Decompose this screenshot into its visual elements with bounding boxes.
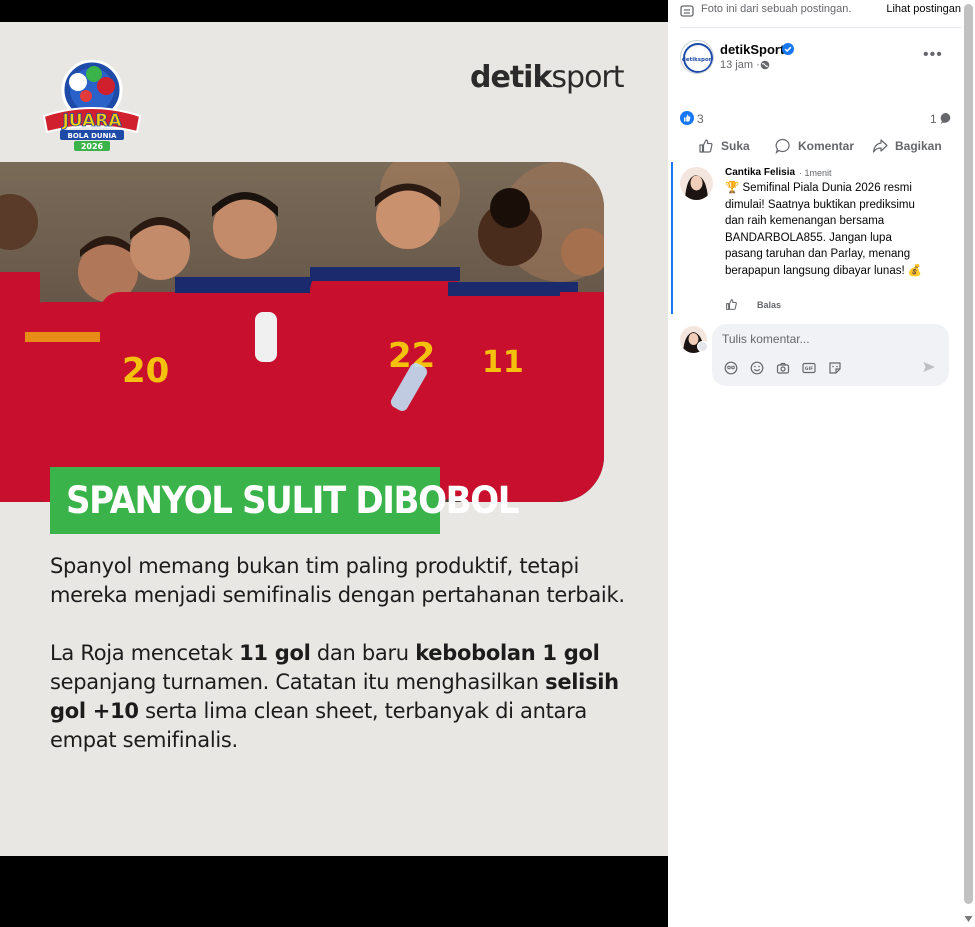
page-name[interactable]: detikSport <box>720 42 784 57</box>
like-label: Suka <box>721 139 750 153</box>
logo-word1: JUARA <box>61 111 122 131</box>
jersey-number-20: 20 <box>122 351 169 391</box>
comment-composer: GIF <box>712 324 949 386</box>
juara-bola-dunia-logo: JUARA BOLA DUNIA 2026 <box>42 60 142 151</box>
brand-part2: sport <box>551 60 624 95</box>
document-icon <box>680 5 694 17</box>
jersey-number-11: 11 <box>482 345 524 380</box>
paragraph-1: Spanyol memang bukan tim paling produkti… <box>50 554 625 607</box>
headline: SPANYOL SULIT DIBOBOL <box>66 479 519 522</box>
reaction-count[interactable]: 3 <box>697 112 704 126</box>
avatar-sticker-icon[interactable] <box>724 361 738 375</box>
logo-word2: BOLA DUNIA <box>68 132 118 140</box>
share-button[interactable]: Bagikan <box>872 137 942 155</box>
comment-time[interactable]: · 1menit <box>799 168 832 178</box>
team-photo: 20 22 11 <box>0 162 604 502</box>
photo-source-note: Foto ini dari sebuah postingan. <box>701 3 852 15</box>
commenter-name[interactable]: Cantika Felisia <box>725 167 795 178</box>
gif-icon[interactable]: GIF <box>802 361 816 375</box>
comment-input[interactable] <box>722 330 932 348</box>
comment-bubble-icon <box>940 112 951 124</box>
comment-count[interactable]: 1 <box>930 112 937 126</box>
thumbs-up-icon <box>699 139 713 153</box>
photo-source-bar: Foto ini dari sebuah postingan. Lihat po… <box>680 0 961 28</box>
brand-part1: detik <box>470 60 552 95</box>
like-reaction-icon[interactable] <box>680 111 694 125</box>
highlighted-comment-indicator <box>671 162 673 314</box>
comment-icon <box>775 138 790 154</box>
avatar-text: detiksport <box>682 57 714 63</box>
page-avatar[interactable]: detiksport <box>680 40 714 74</box>
commenter-avatar[interactable] <box>680 167 713 200</box>
camera-icon[interactable] <box>776 361 790 375</box>
post-actions: Suka Komentar Bagikan <box>688 137 953 155</box>
scrollbar-thumb[interactable] <box>964 4 973 904</box>
media-viewer: JUARA BOLA DUNIA 2026 detiksport 20 22 1… <box>0 0 668 927</box>
viewer: JUARA BOLA DUNIA 2026 detiksport 20 22 1… <box>0 0 975 927</box>
verified-badge-icon <box>782 43 794 55</box>
reply-button[interactable]: Balas <box>757 300 781 310</box>
share-label: Bagikan <box>895 139 942 153</box>
like-button[interactable]: Suka <box>698 137 750 155</box>
comment-like-icon[interactable] <box>725 298 738 311</box>
paragraph-2: La Roja mencetak 11 gol dan baru kebobol… <box>50 641 619 752</box>
scroll-down-arrow-icon[interactable] <box>963 914 974 924</box>
svg-text:GIF: GIF <box>805 366 813 372</box>
body-text: Spanyol memang bukan tim paling produkti… <box>50 552 630 784</box>
logo-year: 2026 <box>81 142 104 151</box>
emoji-icon[interactable] <box>750 361 764 375</box>
headline-banner: SPANYOL SULIT DIBOBOL <box>50 467 519 534</box>
comment-text: 🏆 Semifinal Piala Dunia 2026 resmi dimul… <box>725 182 923 277</box>
comment-label: Komentar <box>798 139 855 153</box>
send-icon[interactable] <box>922 360 936 374</box>
post-time[interactable]: 13 jam · <box>720 59 760 71</box>
more-options-icon[interactable]: ••• <box>923 46 943 64</box>
share-icon <box>872 139 888 153</box>
profile-switch-icon[interactable] <box>697 341 708 352</box>
post-side-panel: Foto ini dari sebuah postingan. Lihat po… <box>668 0 975 927</box>
view-post-link[interactable]: Lihat postingan <box>886 3 961 15</box>
sticker-icon[interactable] <box>828 361 842 375</box>
globe-icon <box>760 60 770 70</box>
comment-button[interactable]: Komentar <box>775 137 854 155</box>
detiksport-brand: detiksport <box>470 60 625 95</box>
post-image[interactable]: JUARA BOLA DUNIA 2026 detiksport 20 22 1… <box>0 22 668 856</box>
